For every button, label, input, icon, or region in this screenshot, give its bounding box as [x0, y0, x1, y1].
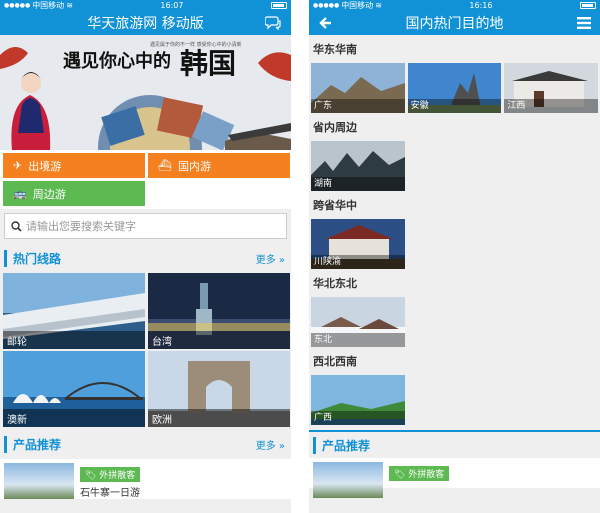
status-bar: ●●●●● 中国移动 ≋ 16:07 — [0, 0, 291, 11]
status-time: 16:07 — [160, 1, 184, 10]
group-title: 华北东北 — [309, 269, 600, 297]
carrier-name: 中国移动 — [341, 1, 374, 10]
app-header: 华天旅游网 移动版 — [0, 11, 291, 35]
route-tile-cruise[interactable]: 邮轮 — [3, 273, 145, 349]
signal-icon: ●●●●● — [4, 2, 31, 9]
group-title: 华东华南 — [309, 35, 600, 63]
product-name: 石牛寨一日游 — [80, 488, 140, 499]
battery-icon — [270, 2, 287, 9]
product-item[interactable]: 🏷 外拼散客 — [309, 458, 600, 498]
destination-row: 广东 安徽 江西 — [309, 63, 600, 113]
section-title: 产品推荐 — [4, 435, 61, 453]
destination-northeast[interactable]: 东北 — [311, 297, 405, 347]
wifi-icon: ≋ — [66, 1, 73, 10]
section-title: 产品推荐 — [313, 436, 370, 454]
promo-banner[interactable]: 遇见你心中的 遇见属于你的不一样 感受你心中的小清新 韩国 — [0, 35, 291, 150]
hot-routes-header: 热门线路 更多 » — [0, 243, 291, 273]
tile-caption: 邮轮 — [3, 331, 145, 349]
search-input[interactable] — [26, 219, 266, 233]
destination-caption: 广西 — [311, 411, 405, 425]
category-outbound-button[interactable]: ✈ 出境游 — [3, 153, 145, 178]
category-nearby-button[interactable]: 🚌 周边游 — [3, 181, 145, 206]
product-badge: 🏷 外拼散客 — [80, 467, 141, 482]
badge-label: 外拼散客 — [408, 470, 445, 480]
back-arrow-icon[interactable] — [311, 11, 339, 35]
tile-caption: 台湾 — [148, 331, 290, 349]
menu-icon[interactable] — [570, 11, 598, 35]
search-box[interactable] — [4, 213, 287, 239]
banner-title: 遇见你心中的 — [63, 51, 171, 72]
ship-icon: ⛴ — [158, 159, 172, 172]
products-header: 产品推荐 — [309, 430, 600, 458]
destinations-screen: ●●●●● 中国移动 ≋ 16:16 国内热门目的地 华东华南 广东 安徽 江西… — [309, 0, 600, 513]
destination-chuanshanyu[interactable]: 川陕渝 — [311, 219, 405, 269]
destination-guangdong[interactable]: 广东 — [311, 63, 405, 113]
destination-jiangxi[interactable]: 江西 — [504, 63, 599, 113]
destination-row: 湖南 — [309, 141, 600, 191]
destination-caption: 江西 — [504, 99, 599, 113]
destination-caption: 湖南 — [311, 177, 405, 191]
product-thumbnail — [4, 463, 74, 499]
carrier-name: 中国移动 — [32, 1, 65, 10]
page-header: 国内热门目的地 — [309, 11, 600, 35]
products-header: 产品推荐 更多 » — [0, 429, 291, 459]
destination-caption: 广东 — [311, 99, 405, 113]
category-label: 出境游 — [28, 159, 62, 173]
banner-title-big: 韩国 — [180, 47, 237, 80]
group-title: 省内周边 — [309, 113, 600, 141]
battery-icon — [579, 2, 596, 9]
tile-caption: 欧洲 — [148, 409, 290, 427]
search-icon — [11, 220, 22, 232]
product-thumbnail — [313, 462, 383, 498]
wifi-icon: ≋ — [375, 1, 382, 10]
destination-anhui[interactable]: 安徽 — [407, 63, 502, 113]
category-label: 周边游 — [32, 187, 66, 201]
route-tile-ausnz[interactable]: 澳新 — [3, 351, 145, 427]
status-bar: ●●●●● 中国移动 ≋ 16:16 — [309, 0, 600, 11]
app-title: 华天旅游网 移动版 — [87, 16, 204, 32]
more-link[interactable]: 更多 » — [256, 251, 285, 266]
page-title: 国内热门目的地 — [405, 16, 504, 32]
signal-icon: ●●●●● — [313, 2, 340, 9]
more-link[interactable]: 更多 » — [256, 437, 285, 452]
destination-caption: 东北 — [311, 333, 405, 347]
section-title: 热门线路 — [4, 249, 61, 267]
category-domestic-button[interactable]: ⛴ 国内游 — [148, 153, 290, 178]
group-title: 跨省华中 — [309, 191, 600, 219]
category-buttons: ✈ 出境游 ⛴ 国内游 🚌 周边游 — [0, 150, 291, 209]
route-tile-taiwan[interactable]: 台湾 — [148, 273, 290, 349]
group-title: 西北西南 — [309, 347, 600, 375]
destination-guangxi[interactable]: 广西 — [311, 375, 405, 425]
airplane-icon: ✈ — [13, 159, 23, 172]
tile-caption: 澳新 — [3, 409, 145, 427]
route-tile-europe[interactable]: 欧洲 — [148, 351, 290, 427]
badge-label: 外拼散客 — [99, 471, 136, 481]
chat-bubbles-icon[interactable] — [259, 11, 287, 35]
product-badge: 🏷 外拼散客 — [389, 466, 450, 481]
screenshot-stage: ●●●●● 中国移动 ≋ 16:07 华天旅游网 移动版 遇见你心中的 遇见属于… — [0, 0, 600, 513]
destination-row: 川陕渝 — [309, 219, 600, 269]
category-label: 国内游 — [177, 159, 211, 173]
destination-caption: 川陕渝 — [311, 255, 405, 269]
status-time: 16:16 — [469, 1, 493, 10]
destination-caption: 安徽 — [407, 99, 502, 113]
route-tiles: 邮轮 台湾 澳新 欧洲 — [0, 273, 291, 427]
destination-hunan[interactable]: 湖南 — [311, 141, 405, 191]
home-screen: ●●●●● 中国移动 ≋ 16:07 华天旅游网 移动版 遇见你心中的 遇见属于… — [0, 0, 291, 513]
bus-icon: 🚌 — [13, 187, 27, 200]
destination-row: 东北 — [309, 297, 600, 347]
product-item[interactable]: 🏷 外拼散客 石牛寨一日游 — [0, 459, 291, 499]
destination-row: 广西 — [309, 375, 600, 425]
